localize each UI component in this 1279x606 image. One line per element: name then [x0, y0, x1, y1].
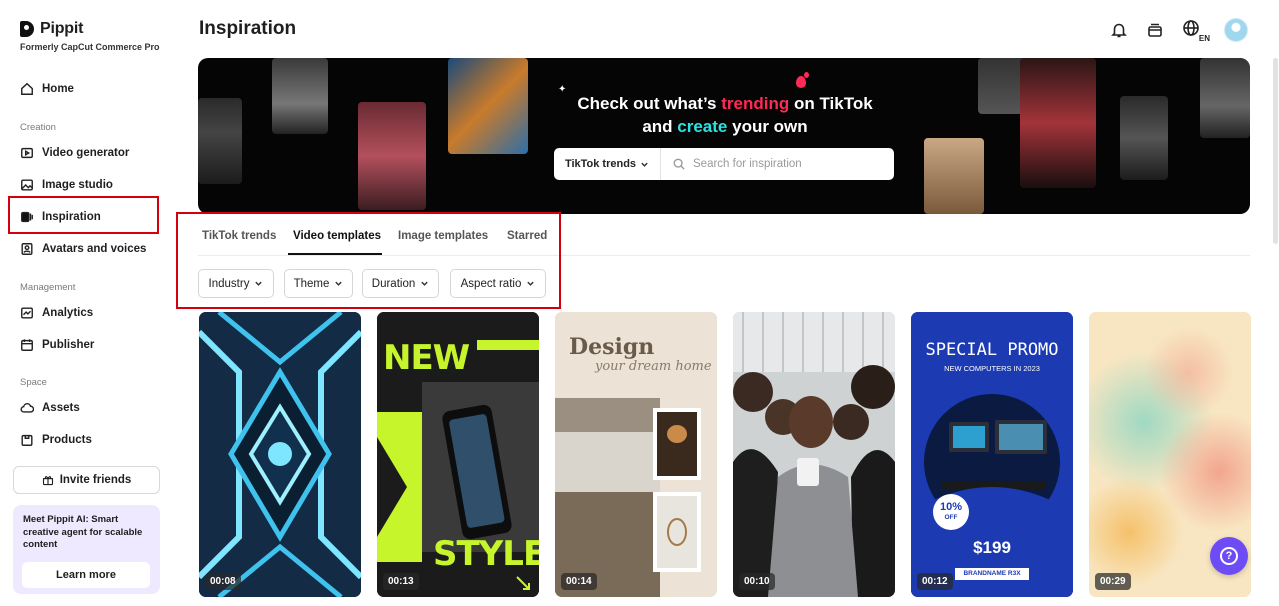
sidebar-item-products[interactable]: Products [20, 430, 92, 450]
sidebar-item-analytics[interactable]: Analytics [20, 303, 93, 323]
sidebar-item-avatars-voices[interactable]: Avatars and voices [20, 239, 146, 259]
language-selector[interactable]: EN [1182, 19, 1210, 43]
invite-label: Invite friends [59, 474, 132, 486]
duration-badge: 00:13 [383, 573, 419, 590]
flame-icon [796, 76, 806, 88]
header-actions: EN [1110, 18, 1248, 43]
card-thumbnail [733, 312, 895, 597]
search-icon [673, 158, 685, 170]
chevron-down-icon [641, 162, 648, 167]
card-subtitle: NEW COMPUTERS IN 2023 [944, 364, 1040, 373]
sidebar-item-home[interactable]: Home [20, 79, 74, 99]
sidebar-item-label: Publisher [42, 339, 95, 351]
cloud-icon [20, 403, 34, 413]
video-generator-icon [21, 147, 33, 159]
stack-icon[interactable] [1146, 21, 1164, 39]
section-creation: Creation [20, 122, 56, 133]
logo-text: Pippit [40, 20, 84, 37]
image-studio-icon [21, 179, 33, 191]
section-management: Management [20, 282, 76, 293]
sidebar-item-label: Video generator [42, 147, 130, 159]
product-icon [21, 434, 33, 446]
duration-badge: 00:12 [917, 573, 953, 590]
banner-thumb [358, 102, 426, 210]
sidebar-item-label: Home [42, 83, 74, 95]
banner-thumb [272, 58, 328, 134]
search-scope-label: TikTok trends [564, 158, 637, 170]
sidebar-item-publisher[interactable]: Publisher [20, 335, 94, 355]
template-card[interactable]: NEW STYLE 00:13 [377, 312, 539, 597]
discount-off-label: OFF [944, 514, 958, 521]
page-title: Inspiration [199, 18, 297, 39]
duration-badge: 00:29 [1095, 573, 1131, 590]
brand-label: BRANDNAME R3X [963, 570, 1021, 577]
help-button[interactable]: ? [1210, 537, 1248, 575]
banner-thumb [924, 138, 984, 214]
flame-icon [804, 72, 809, 78]
card-title: SPECIAL PROMO [925, 340, 1059, 360]
banner-thumb [448, 58, 528, 154]
template-card[interactable]: SPECIAL PROMO NEW COMPUTERS IN 2023 10% … [911, 312, 1073, 597]
home-icon [21, 82, 33, 95]
card-thumbnail [199, 312, 361, 597]
inspiration-search-bar: TikTok trends [554, 148, 894, 180]
duration-badge: 00:08 [205, 573, 241, 590]
template-card[interactable]: 00:10 [733, 312, 895, 597]
template-card[interactable]: 00:08 [199, 312, 361, 597]
tabs-filters-highlight-box [176, 212, 561, 309]
template-card[interactable]: Design your dream home 00:14 [555, 312, 717, 597]
sidebar-item-video-generator[interactable]: Video generator [20, 143, 129, 163]
sidebar: Pippit Formerly CapCut Commerce Pro Home… [0, 0, 172, 606]
banner-line-2: and create your own [642, 117, 808, 136]
duration-badge: 00:14 [561, 573, 597, 590]
logo[interactable]: Pippit [20, 20, 83, 38]
duration-badge: 00:10 [739, 573, 775, 590]
banner-thumb [1120, 96, 1168, 180]
search-input[interactable] [693, 158, 893, 170]
card-headline-bottom: STYLE [433, 534, 539, 574]
user-avatar[interactable] [1224, 18, 1248, 42]
inspiration-highlight-box [8, 196, 159, 234]
app-root: Pippit Formerly CapCut Commerce Pro Home… [0, 0, 1279, 606]
banner-thumb [1020, 58, 1096, 188]
card-title: Design [569, 334, 655, 360]
banner-thumb [198, 98, 242, 184]
gift-icon [42, 476, 53, 486]
search-scope-select[interactable]: TikTok trends [554, 148, 661, 180]
hero-banner: ✦ Check out what’s trending on TikTok an… [198, 58, 1250, 214]
logo-subtitle: Formerly CapCut Commerce Pro [20, 42, 160, 52]
sidebar-item-assets[interactable]: Assets [20, 398, 80, 418]
section-space: Space [20, 377, 47, 388]
sidebar-item-image-studio[interactable]: Image studio [20, 175, 113, 195]
banner-headline: Check out what’s trending on TikTok and … [568, 92, 882, 138]
banner-thumb [1200, 58, 1250, 138]
avatar-icon [21, 243, 33, 255]
question-icon: ? [1220, 547, 1238, 565]
search-field [661, 158, 894, 170]
page-scrollbar[interactable] [1273, 58, 1278, 244]
card-subtitle: your dream home [595, 359, 712, 374]
promo-card: Meet Pippit AI: Smart creative agent for… [13, 505, 160, 594]
calendar-icon [21, 339, 33, 351]
sidebar-item-label: Products [42, 434, 92, 446]
language-code: EN [1198, 34, 1210, 43]
card-headline-top: NEW [383, 338, 470, 378]
sidebar-item-label: Image studio [42, 179, 113, 191]
sidebar-item-label: Avatars and voices [42, 243, 147, 255]
learn-more-button[interactable]: Learn more [22, 562, 150, 588]
analytics-icon [21, 307, 33, 319]
price-label: $199 [973, 538, 1011, 557]
sidebar-item-label: Assets [42, 402, 80, 414]
sparkle-icon: ✦ [558, 84, 567, 95]
promo-text: Meet Pippit AI: Smart creative agent for… [23, 514, 143, 550]
discount-badge: 10% [939, 501, 963, 513]
sidebar-item-label: Analytics [42, 307, 94, 319]
bell-icon[interactable] [1110, 21, 1128, 39]
banner-line-1: Check out what’s trending on TikTok [577, 94, 873, 113]
invite-friends-button[interactable]: Invite friends [13, 466, 160, 494]
globe-icon [1183, 20, 1199, 36]
pippit-logo-icon [20, 21, 34, 37]
